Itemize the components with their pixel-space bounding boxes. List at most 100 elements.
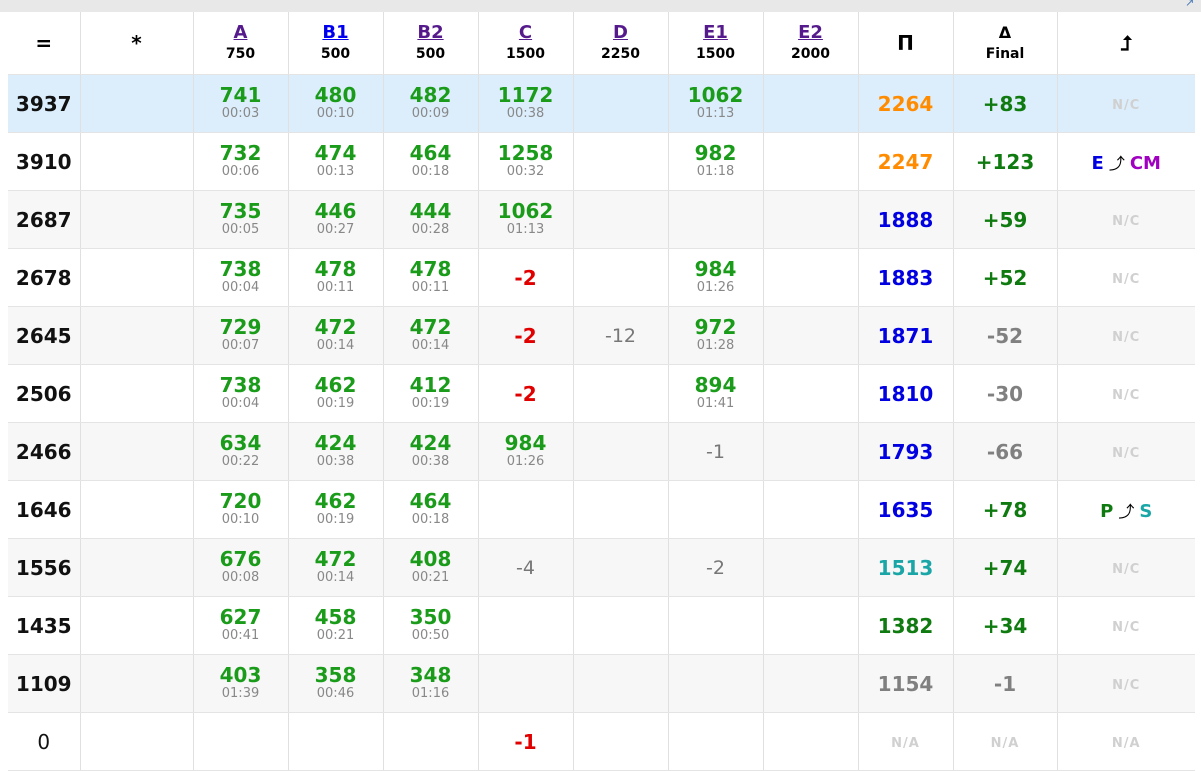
problem-cell[interactable]: 741 00:03 — [192, 74, 288, 133]
table-row[interactable]: 2678 738 00:04 478 00:11 478 00:11 -2 984 01:26 18… — [8, 248, 1195, 307]
problem-cell[interactable]: 627 00:41 — [192, 596, 288, 655]
problem-cell[interactable]: 735 00:05 — [192, 190, 288, 249]
table-row[interactable]: 0 -1 N/A N/A N/A — [8, 712, 1195, 771]
problem-cell[interactable]: 984 01:26 — [667, 248, 763, 307]
total-cell: 1793 — [857, 422, 953, 481]
table-row[interactable]: 2687 735 00:05 446 00:27 444 00:28 1062 01:13 188… — [8, 190, 1195, 249]
problem-link-c[interactable]: C — [479, 22, 573, 44]
problem-cell[interactable]: 462 00:19 — [287, 364, 383, 423]
problem-cell[interactable]: 1062 01:13 — [477, 190, 573, 249]
problem-cell[interactable]: 424 00:38 — [287, 422, 383, 481]
problem-cell[interactable]: 1172 00:38 — [477, 74, 573, 133]
problem-cell[interactable]: 738 00:04 — [192, 364, 288, 423]
problem-cell[interactable]: 894 01:41 — [667, 364, 763, 423]
problem-cell — [572, 712, 668, 771]
problem-cell[interactable]: 446 00:27 — [287, 190, 383, 249]
problem-cell[interactable]: 472 00:14 — [382, 306, 478, 365]
rating-delta: +83 — [982, 91, 1028, 116]
problem-cell[interactable]: 1258 00:32 — [477, 132, 573, 191]
problem-cell[interactable]: 462 00:19 — [287, 480, 383, 539]
problem-cell[interactable]: 482 00:09 — [382, 74, 478, 133]
problem-cell[interactable]: 472 00:14 — [287, 538, 383, 597]
rank-change-cell: N/C — [1056, 422, 1195, 481]
problem-cell[interactable]: -1 — [477, 712, 573, 771]
problem-cell[interactable]: 478 00:11 — [382, 248, 478, 307]
problem-cell[interactable]: 982 01:18 — [667, 132, 763, 191]
problem-cell[interactable]: 444 00:28 — [382, 190, 478, 249]
problem-cell — [477, 480, 573, 539]
total-header-label: Π — [897, 31, 914, 55]
problem-link-d[interactable]: D — [574, 22, 668, 44]
problem-cell[interactable]: 474 00:13 — [287, 132, 383, 191]
rejected-attempts: -1 — [706, 440, 725, 463]
rank-up-icon: ⮥ — [1120, 31, 1133, 55]
problem-cell[interactable]: -12 — [572, 306, 668, 365]
rank-change-cell: P ⤴ S — [1056, 480, 1195, 539]
problem-cell[interactable]: 480 00:10 — [287, 74, 383, 133]
problem-cell[interactable]: 972 01:28 — [667, 306, 763, 365]
problem-link-e1[interactable]: E1 — [669, 22, 763, 44]
top-bar: ↗ — [0, 0, 1201, 12]
problem-cell[interactable]: 403 01:39 — [192, 654, 288, 713]
problem-cell[interactable]: 984 01:26 — [477, 422, 573, 481]
name-cell — [79, 132, 193, 191]
problem-cell[interactable]: -2 — [477, 306, 573, 365]
delta-cell: -1 — [952, 654, 1057, 713]
problem-score: 634 — [219, 431, 262, 455]
problem-cell — [572, 596, 668, 655]
problem-cell[interactable]: 464 00:18 — [382, 132, 478, 191]
table-row[interactable]: 3910 732 00:06 474 00:13 464 00:18 1258 00:32 982… — [8, 132, 1195, 191]
problem-cell[interactable]: -2 — [667, 538, 763, 597]
rating-cell: 2687 — [8, 190, 80, 249]
problem-cell[interactable]: 408 00:21 — [382, 538, 478, 597]
table-row[interactable]: 3937 741 00:03 480 00:10 482 00:09 1172 00:38 106… — [8, 74, 1195, 133]
problem-cell[interactable]: -2 — [477, 364, 573, 423]
problem-cell[interactable]: -4 — [477, 538, 573, 597]
problem-cell[interactable]: 358 00:46 — [287, 654, 383, 713]
submission-time: 00:50 — [411, 628, 450, 643]
submission-time: 00:46 — [316, 686, 355, 701]
problem-cell[interactable]: 458 00:21 — [287, 596, 383, 655]
problem-cell[interactable]: 738 00:04 — [192, 248, 288, 307]
total-cell: N/A — [857, 712, 953, 771]
rank-from: E — [1091, 152, 1104, 174]
table-row[interactable]: 1435 627 00:41 458 00:21 350 00:50 1382 +34 N/C — [8, 596, 1195, 655]
problem-cell[interactable]: 350 00:50 — [382, 596, 478, 655]
table-row[interactable]: 2645 729 00:07 472 00:14 472 00:14 -2 -12 972 01:2… — [8, 306, 1195, 365]
problem-link-e2[interactable]: E2 — [764, 22, 858, 44]
problem-cell[interactable]: 634 00:22 — [192, 422, 288, 481]
rank-status: N/C — [1112, 272, 1141, 287]
table-row[interactable]: 1109 403 01:39 358 00:46 348 01:16 1154 -1 N/C — [8, 654, 1195, 713]
problem-cell[interactable]: 464 00:18 — [382, 480, 478, 539]
problem-header-b2: B2 500 — [382, 12, 478, 75]
rating-cell: 3937 — [8, 74, 80, 133]
problem-points: 500 — [320, 46, 351, 62]
total-score: N/A — [891, 736, 920, 751]
problem-cell[interactable]: 472 00:14 — [287, 306, 383, 365]
table-row[interactable]: 1646 720 00:10 462 00:19 464 00:18 1635 +78 P ⤴ S — [8, 480, 1195, 539]
problem-link-b1[interactable]: B1 — [289, 22, 383, 44]
problem-cell[interactable]: 1062 01:13 — [667, 74, 763, 133]
problem-cell — [762, 654, 858, 713]
problem-cell[interactable]: 478 00:11 — [287, 248, 383, 307]
problem-cell[interactable]: 676 00:08 — [192, 538, 288, 597]
table-row[interactable]: 2466 634 00:22 424 00:38 424 00:38 984 01:26 -1 17… — [8, 422, 1195, 481]
problem-cell[interactable]: 729 00:07 — [192, 306, 288, 365]
rating-cell: 1556 — [8, 538, 80, 597]
problem-cell[interactable]: -1 — [667, 422, 763, 481]
problem-link-a[interactable]: A — [194, 22, 288, 44]
problem-link-b2[interactable]: B2 — [384, 22, 478, 44]
problem-cell[interactable]: 348 01:16 — [382, 654, 478, 713]
table-row[interactable]: 2506 738 00:04 462 00:19 412 00:19 -2 894 01:41 18… — [8, 364, 1195, 423]
problem-cell[interactable]: 424 00:38 — [382, 422, 478, 481]
problem-cell — [477, 596, 573, 655]
problem-cell[interactable]: 732 00:06 — [192, 132, 288, 191]
problem-cell — [572, 538, 668, 597]
problem-score: 729 — [219, 315, 262, 339]
problem-cell[interactable]: -2 — [477, 248, 573, 307]
table-row[interactable]: 1556 676 00:08 472 00:14 408 00:21 -4 -2 1513 +74 N… — [8, 538, 1195, 597]
submission-time: 00:38 — [411, 454, 450, 469]
problem-cell[interactable]: 412 00:19 — [382, 364, 478, 423]
name-cell — [79, 364, 193, 423]
problem-cell[interactable]: 720 00:10 — [192, 480, 288, 539]
